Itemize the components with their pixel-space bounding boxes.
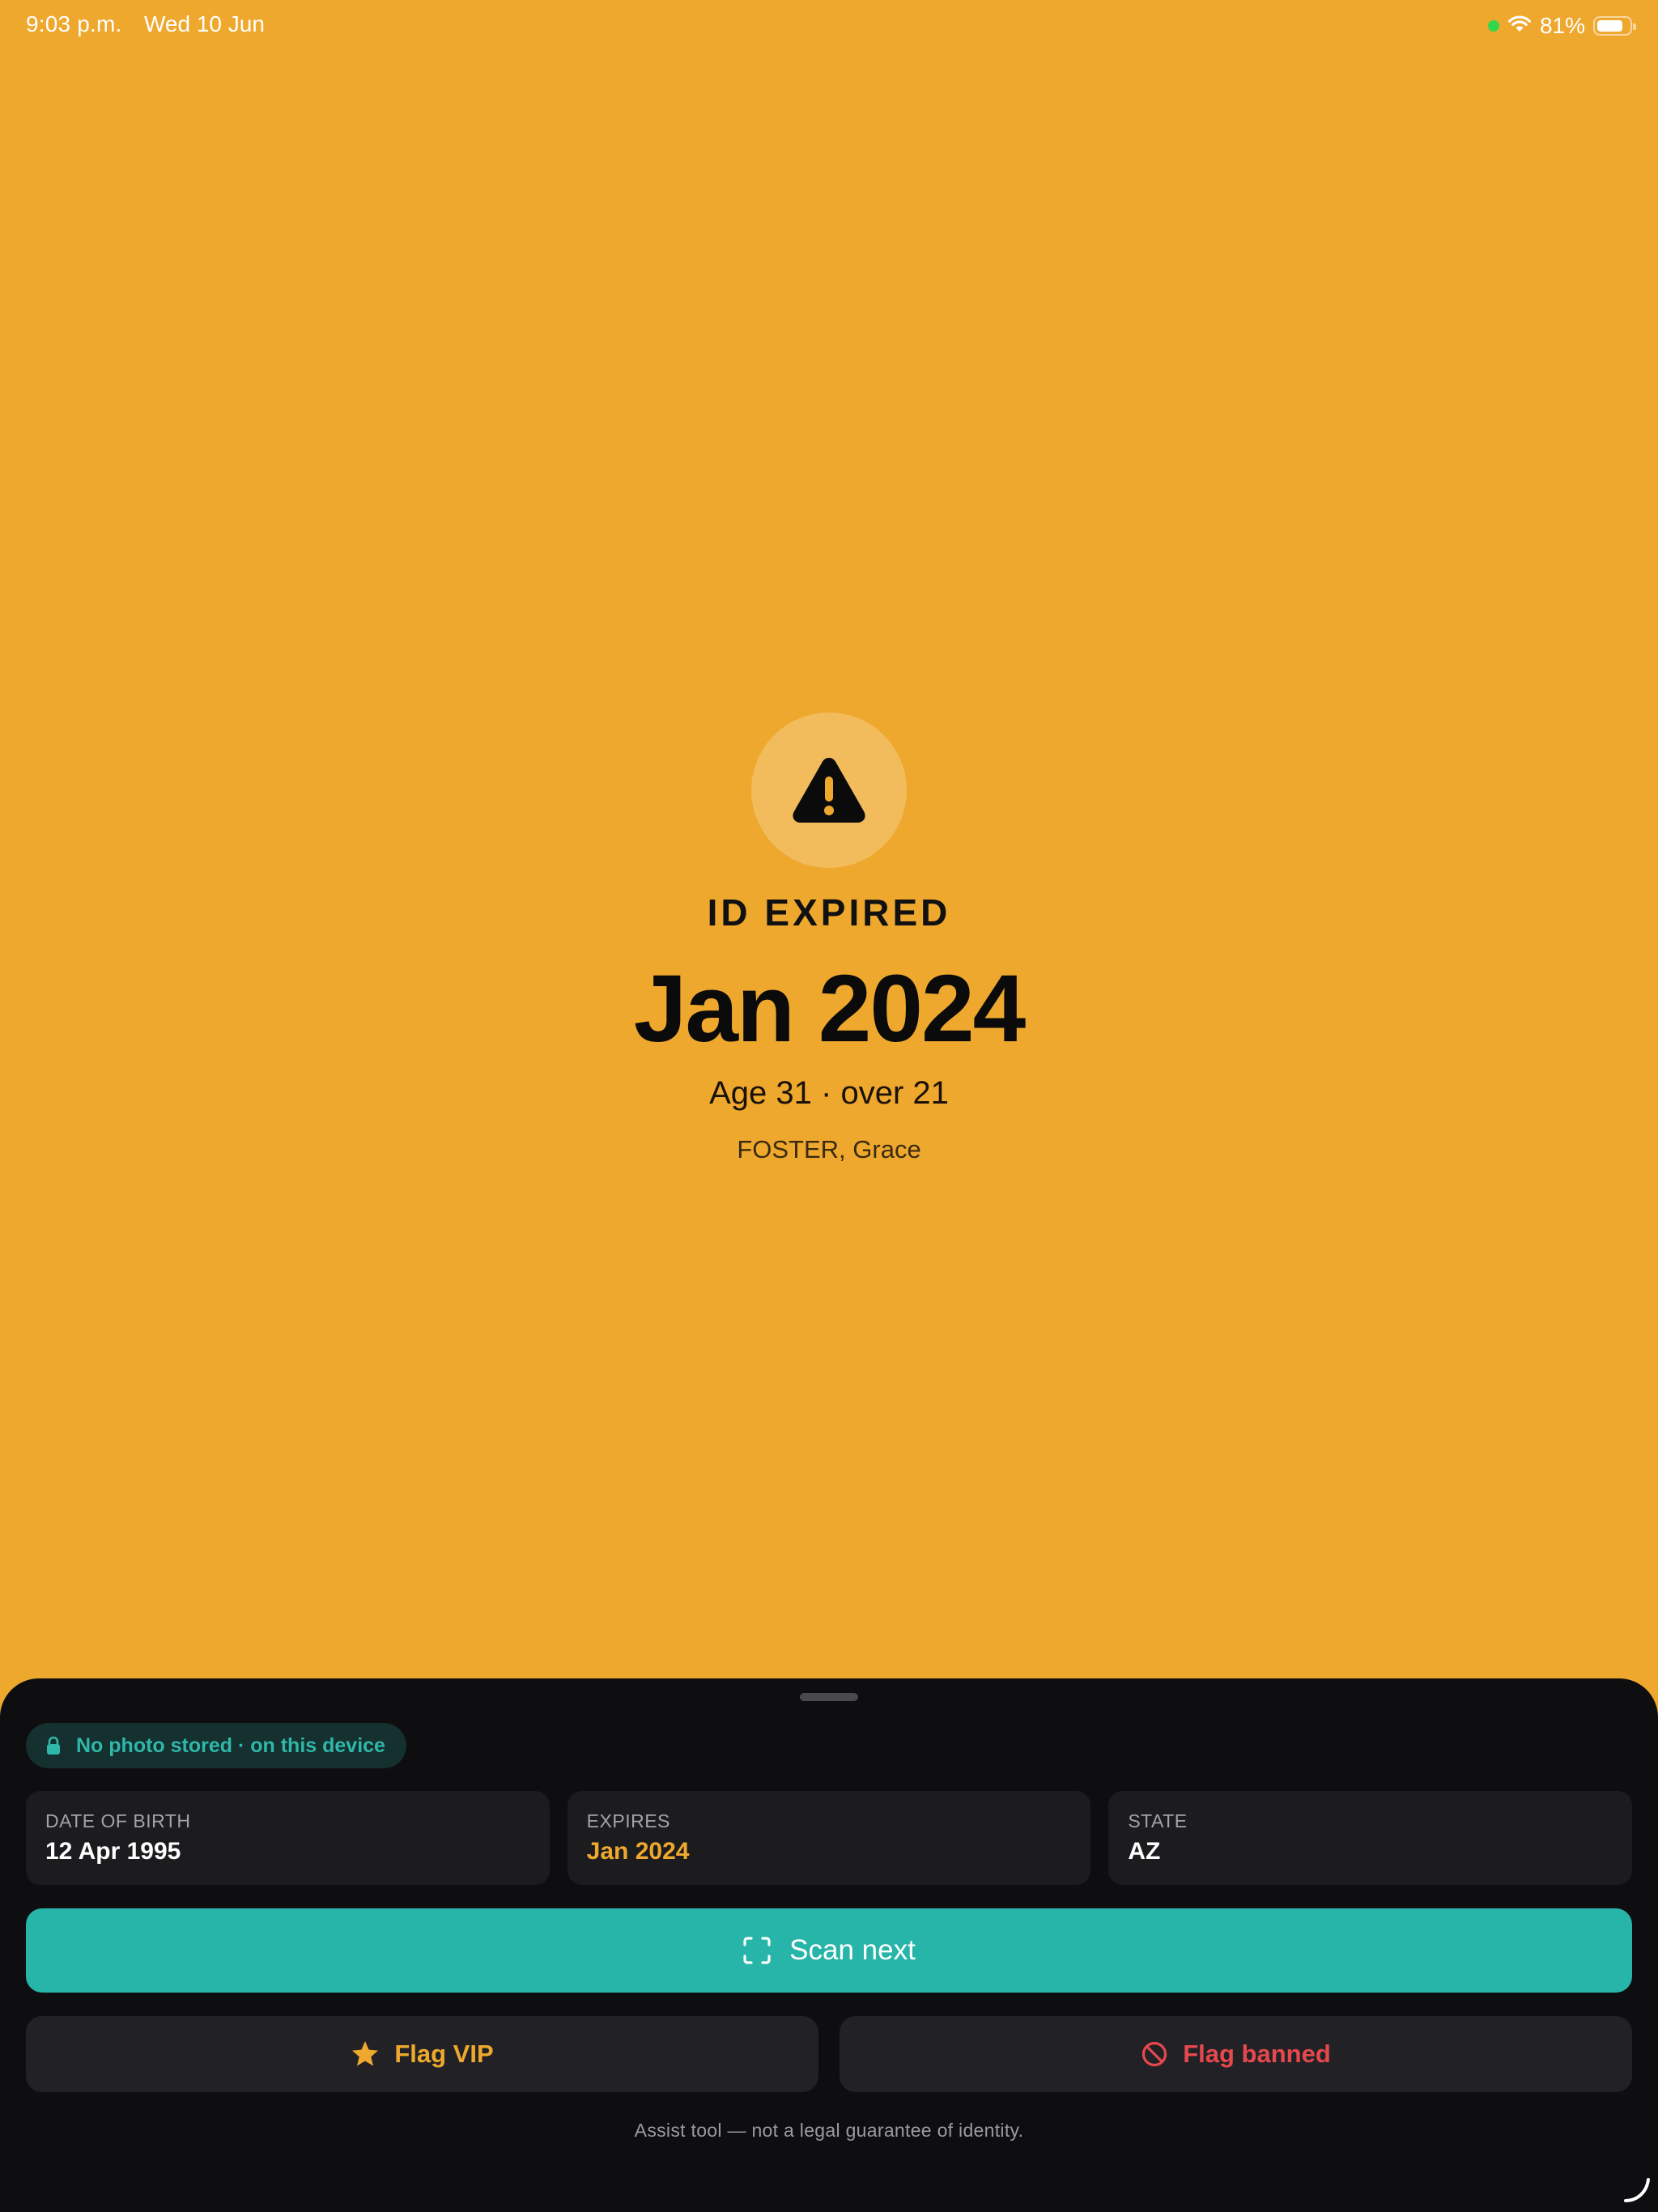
scan-next-label: Scan next [789,1934,916,1966]
scan-next-button[interactable]: Scan next [26,1908,1632,1993]
scan-frame-icon [743,1937,771,1964]
dob-value: 12 Apr 1995 [45,1838,181,1865]
privacy-badge-text: No photo stored · on this device [76,1733,385,1757]
privacy-badge: No photo stored · on this device [26,1723,406,1768]
flag-actions: Flag VIP Flag banned [26,2016,1632,2092]
status-label: ID EXPIRED [707,891,951,934]
state-value: AZ [1128,1838,1161,1865]
battery-icon [1593,16,1636,36]
flag-vip-label: Flag VIP [394,2040,494,2068]
expiry-headline: Jan 2024 [633,955,1027,1062]
flag-banned-button[interactable]: Flag banned [840,2016,1632,2092]
status-time: 9:03 p.m. [26,11,122,36]
age-line: Age 31 · over 21 [709,1075,949,1111]
dob-label: DATE OF BIRTH [45,1810,191,1831]
star-icon [352,2041,379,2066]
id-details: DATE OF BIRTH 12 Apr 1995 EXPIRES Jan 20… [26,1791,1633,1885]
state-label: STATE [1128,1810,1188,1831]
lock-icon [47,1736,60,1755]
status-indicators: 81% [1487,10,1636,42]
details-sheet: No photo stored · on this device DATE OF… [0,1678,1658,2212]
battery-percentage: 81% [1539,13,1585,38]
disclaimer: Assist tool — not a legal guarantee of i… [634,2120,1024,2141]
wifi-icon [1507,15,1532,38]
status-date: Wed 10 Jun [144,11,265,36]
warning-badge [751,713,907,868]
flag-banned-label: Flag banned [1183,2040,1331,2068]
state-card: STATE AZ [1108,1791,1633,1885]
sheet-grabber[interactable] [800,1693,858,1701]
expires-label: EXPIRES [586,1810,670,1831]
dob-card: DATE OF BIRTH 12 Apr 1995 [26,1791,550,1885]
expires-value: Jan 2024 [586,1838,690,1865]
prohibited-icon [1142,2041,1167,2067]
holder-name: FOSTER, Grace [737,1135,921,1163]
expires-card: EXPIRES Jan 2024 [567,1791,1091,1885]
status-bar: 9:03 p.m. Wed 10 Jun 81% [0,0,1658,52]
resize-corner-icon [1624,2178,1650,2202]
camera-in-use-indicator [1487,20,1499,32]
flag-vip-button[interactable]: Flag VIP [26,2016,818,2092]
warning-triangle-icon [793,758,865,823]
